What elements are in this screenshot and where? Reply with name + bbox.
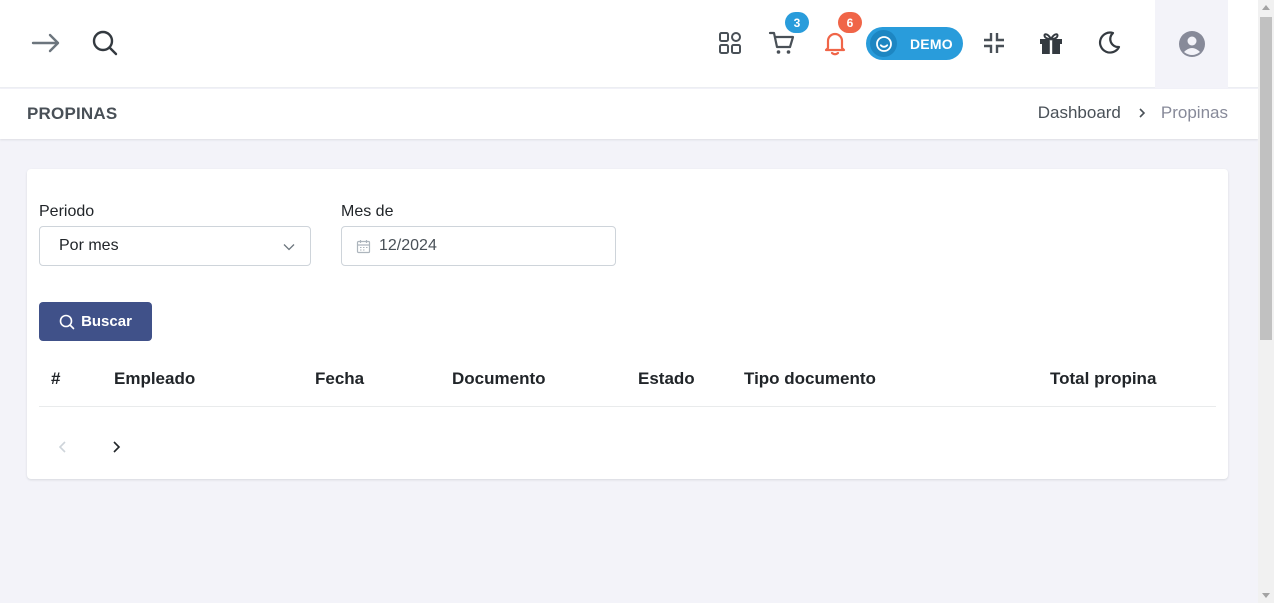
pagination-prev-button[interactable] <box>51 435 75 459</box>
cart-button[interactable]: 3 <box>761 12 809 64</box>
breadcrumb-current: Propinas <box>1160 103 1228 122</box>
cart-icon <box>768 31 795 54</box>
demo-mode-toggle[interactable]: DEMO <box>866 27 963 60</box>
chevron-right-icon <box>113 441 121 453</box>
apps-button[interactable] <box>709 22 751 64</box>
gift-button[interactable] <box>1030 22 1072 64</box>
pagination-next-button[interactable] <box>104 435 128 459</box>
column-header-number: # <box>51 369 61 388</box>
chevron-left-icon <box>58 441 66 453</box>
search-submit-button[interactable]: Buscar <box>39 302 152 341</box>
column-header-tipo-documento: Tipo documento <box>744 369 876 388</box>
search-icon <box>92 30 118 56</box>
user-menu-button[interactable] <box>1155 0 1228 88</box>
page-scrollbar[interactable] <box>1258 0 1274 603</box>
calendar-icon <box>356 239 371 254</box>
gift-icon <box>1040 33 1062 54</box>
month-label: Mes de <box>341 203 394 220</box>
chevron-right-icon <box>1137 107 1147 119</box>
menu-toggle-button[interactable] <box>25 22 67 64</box>
propinas-card: Periodo Por mes Mes de 12/2024 Buscar # … <box>27 169 1228 479</box>
scroll-down-arrow[interactable] <box>1262 593 1270 598</box>
breadcrumb: Dashboard Propinas <box>1038 103 1228 123</box>
period-label: Periodo <box>39 203 95 220</box>
column-header-fecha: Fecha <box>315 369 365 388</box>
scrollbar-thumb[interactable] <box>1260 17 1272 340</box>
column-header-total-propina: Total propina <box>1050 369 1157 388</box>
page-title: PROPINAS <box>27 104 118 123</box>
demo-label: DEMO <box>910 35 953 52</box>
column-header-documento: Documento <box>452 369 546 388</box>
theme-toggle-button[interactable] <box>1088 22 1130 64</box>
column-header-empleado: Empleado <box>114 369 196 388</box>
smile-icon <box>870 30 897 57</box>
breadcrumb-dashboard-link[interactable]: Dashboard <box>1038 103 1121 123</box>
notifications-button[interactable]: 6 <box>814 12 862 64</box>
bell-icon <box>824 32 846 56</box>
search-button[interactable] <box>84 22 126 64</box>
topbar: 3 6 DEMO <box>0 0 1258 88</box>
apps-grid-icon <box>719 32 741 54</box>
search-button-label: Buscar <box>81 313 132 330</box>
column-header-estado: Estado <box>638 369 695 388</box>
scroll-up-arrow[interactable] <box>1262 5 1270 10</box>
arrow-right-icon <box>31 33 60 53</box>
period-select-value: Por mes <box>59 237 119 254</box>
chevron-down-icon <box>282 240 296 259</box>
notification-count-badge: 6 <box>838 12 862 33</box>
search-icon <box>59 314 75 330</box>
cart-count-badge: 3 <box>785 12 809 33</box>
fullscreen-exit-icon <box>984 33 1004 53</box>
page-title-bar: PROPINAS Dashboard Propinas <box>0 89 1258 139</box>
month-date-input[interactable]: 12/2024 <box>341 226 616 266</box>
period-select[interactable]: Por mes <box>39 226 311 266</box>
user-circle-icon <box>1178 31 1205 57</box>
fullscreen-button[interactable] <box>973 22 1015 64</box>
table-header-row: # Empleado Fecha Documento Estado Tipo d… <box>39 355 1216 407</box>
moon-icon <box>1098 31 1121 54</box>
month-date-value: 12/2024 <box>379 237 437 254</box>
